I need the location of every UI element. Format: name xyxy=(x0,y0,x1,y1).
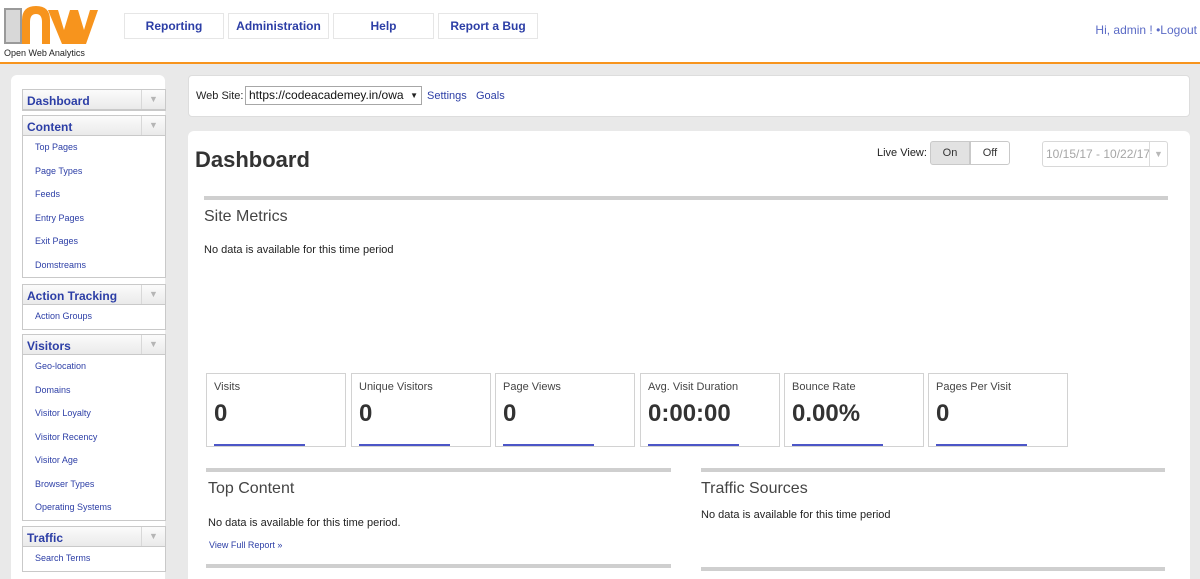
sidebar-item-domstreams[interactable]: Domstreams xyxy=(23,254,165,278)
metric-value: 0 xyxy=(936,400,950,427)
metric-sparkline xyxy=(648,444,739,446)
metric-label: Bounce Rate xyxy=(792,381,856,393)
chevron-down-icon: ▼ xyxy=(410,91,418,100)
chevron-down-icon[interactable]: ▼ xyxy=(141,335,165,354)
website-select-value: https://codeacademey.in/owa xyxy=(249,88,404,102)
section-divider xyxy=(204,196,1168,200)
sidebar-item-visitor-recency[interactable]: Visitor Recency xyxy=(23,426,165,450)
metric-label: Unique Visitors xyxy=(359,381,433,393)
metric-sparkline xyxy=(936,444,1027,446)
sidebar-heading-label: Action Tracking xyxy=(27,289,118,303)
greeting-text: Hi, admin ! xyxy=(1095,23,1157,37)
metric-card-page-views: Page Views 0 xyxy=(495,373,635,447)
sidebar-item-browser-types[interactable]: Browser Types xyxy=(23,473,165,497)
sidebar-item-geo-location[interactable]: Geo-location xyxy=(23,355,165,379)
dashboard-panel: Dashboard Live View: On Off 10/15/17 - 1… xyxy=(188,131,1190,579)
metric-value: 0:00:00 xyxy=(648,400,731,427)
metric-card-unique-visitors: Unique Visitors 0 xyxy=(351,373,491,447)
date-range-value: 10/15/17 - 10/22/17 xyxy=(1046,147,1151,161)
top-content-no-data: No data is available for this time perio… xyxy=(208,517,401,529)
sidebar: Dashboard ▼ Content ▼ Top Pages Page Typ… xyxy=(11,75,166,579)
sidebar-heading-visitors[interactable]: Visitors ▼ xyxy=(23,335,165,355)
user-area: Hi, admin ! •Logout xyxy=(1095,23,1197,37)
chevron-down-icon[interactable]: ▼ xyxy=(141,285,165,304)
metric-card-pages-per-visit: Pages Per Visit 0 xyxy=(928,373,1068,447)
section-divider xyxy=(701,567,1165,571)
sidebar-group-traffic: Traffic ▼ Search Terms xyxy=(22,526,166,572)
sidebar-item-operating-systems[interactable]: Operating Systems xyxy=(23,496,165,520)
chevron-down-icon[interactable]: ▼ xyxy=(141,527,165,546)
sidebar-heading-label: Content xyxy=(27,120,73,134)
metric-value: 0 xyxy=(503,400,517,427)
metric-label: Pages Per Visit xyxy=(936,381,1012,393)
date-range-picker[interactable]: 10/15/17 - 10/22/17 ▼ xyxy=(1042,141,1168,167)
chevron-down-icon[interactable]: ▼ xyxy=(141,90,165,109)
header-bar: Open Web Analytics Reporting Administrat… xyxy=(0,0,1200,64)
metric-label: Avg. Visit Duration xyxy=(648,381,739,393)
nav-help[interactable]: Help xyxy=(333,13,434,39)
logout-link[interactable]: Logout xyxy=(1160,23,1197,37)
live-view-label: Live View: xyxy=(877,147,927,159)
metric-value: 0 xyxy=(359,400,373,427)
website-bar: Web Site: https://codeacademey.in/owa ▼ … xyxy=(188,75,1190,117)
sidebar-heading-label: Traffic xyxy=(27,531,64,545)
sidebar-item-entry-pages[interactable]: Entry Pages xyxy=(23,207,165,231)
owa-logo[interactable]: Open Web Analytics xyxy=(2,2,102,60)
sidebar-item-exit-pages[interactable]: Exit Pages xyxy=(23,230,165,254)
sidebar-group-dashboard: Dashboard ▼ xyxy=(22,89,166,111)
metric-label: Page Views xyxy=(503,381,561,393)
metric-sparkline xyxy=(503,444,594,446)
sidebar-heading-label: Visitors xyxy=(27,339,71,353)
metric-card-visits: Visits 0 xyxy=(206,373,346,447)
website-label: Web Site: xyxy=(196,90,244,102)
website-select[interactable]: https://codeacademey.in/owa ▼ xyxy=(245,86,422,105)
live-view-off-button[interactable]: Off xyxy=(970,141,1010,165)
metric-value: 0 xyxy=(214,400,228,427)
metric-sparkline xyxy=(792,444,883,446)
sidebar-group-content: Content ▼ Top Pages Page Types Feeds Ent… xyxy=(22,115,166,278)
sidebar-item-action-groups[interactable]: Action Groups xyxy=(23,305,165,329)
view-full-report-link[interactable]: View Full Report » xyxy=(209,540,282,550)
section-divider xyxy=(206,564,671,568)
sidebar-item-top-pages[interactable]: Top Pages xyxy=(23,136,165,160)
traffic-sources-no-data: No data is available for this time perio… xyxy=(701,509,891,521)
goals-link[interactable]: Goals xyxy=(476,90,505,102)
metric-card-avg-visit-duration: Avg. Visit Duration 0:00:00 xyxy=(640,373,780,447)
section-divider xyxy=(206,468,671,472)
nav-reporting[interactable]: Reporting xyxy=(124,13,224,39)
sidebar-heading-content[interactable]: Content ▼ xyxy=(23,116,165,136)
nav-report-a-bug[interactable]: Report a Bug xyxy=(438,13,538,39)
sidebar-item-feeds[interactable]: Feeds xyxy=(23,183,165,207)
chevron-down-icon[interactable]: ▼ xyxy=(1149,142,1167,166)
settings-link[interactable]: Settings xyxy=(427,90,467,102)
sidebar-group-visitors: Visitors ▼ Geo-location Domains Visitor … xyxy=(22,334,166,521)
site-metrics-title: Site Metrics xyxy=(204,208,288,225)
metric-value: 0.00% xyxy=(792,400,861,427)
metric-sparkline xyxy=(359,444,450,446)
sidebar-heading-label: Dashboard xyxy=(27,94,90,108)
sidebar-item-domains[interactable]: Domains xyxy=(23,379,165,403)
site-metrics-no-data: No data is available for this time perio… xyxy=(204,244,394,256)
sidebar-group-action-tracking: Action Tracking ▼ Action Groups xyxy=(22,284,166,330)
sidebar-heading-traffic[interactable]: Traffic ▼ xyxy=(23,527,165,547)
nav-administration[interactable]: Administration xyxy=(228,13,329,39)
page-title: Dashboard xyxy=(195,147,310,172)
metric-label: Visits xyxy=(214,381,241,393)
section-divider xyxy=(701,468,1165,472)
top-content-title: Top Content xyxy=(208,480,295,497)
sidebar-item-search-terms[interactable]: Search Terms xyxy=(23,547,165,571)
metric-sparkline xyxy=(214,444,305,446)
owa-logo-icon xyxy=(4,6,98,44)
live-view-on-button[interactable]: On xyxy=(930,141,970,165)
metric-card-bounce-rate: Bounce Rate 0.00% xyxy=(784,373,924,447)
traffic-sources-title: Traffic Sources xyxy=(701,480,808,497)
sidebar-item-visitor-loyalty[interactable]: Visitor Loyalty xyxy=(23,402,165,426)
logo-text: Open Web Analytics xyxy=(4,48,85,58)
chevron-down-icon[interactable]: ▼ xyxy=(141,116,165,135)
sidebar-heading-action-tracking[interactable]: Action Tracking ▼ xyxy=(23,285,165,305)
sidebar-item-page-types[interactable]: Page Types xyxy=(23,160,165,184)
sidebar-heading-dashboard[interactable]: Dashboard ▼ xyxy=(23,90,165,110)
sidebar-item-visitor-age[interactable]: Visitor Age xyxy=(23,449,165,473)
